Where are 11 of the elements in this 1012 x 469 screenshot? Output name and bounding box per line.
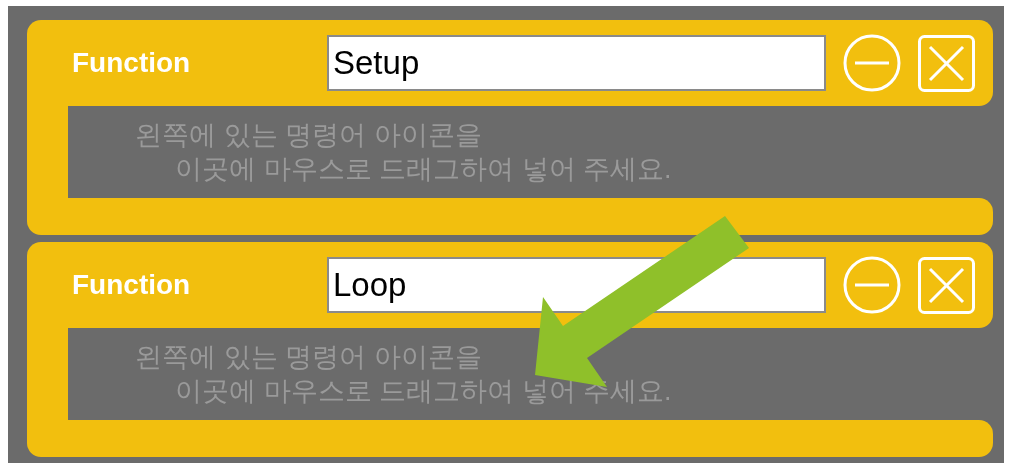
collapse-button[interactable] [842, 33, 902, 93]
minus-circle-icon [842, 255, 902, 315]
function-label: Function [72, 47, 192, 79]
minus-circle-icon [842, 33, 902, 93]
close-icon [918, 34, 975, 92]
close-icon [918, 256, 975, 314]
function-name-field[interactable]: Setup [327, 35, 826, 91]
close-button[interactable] [918, 34, 975, 92]
collapse-button[interactable] [842, 255, 902, 315]
close-button[interactable] [918, 256, 975, 314]
function-label: Function [72, 269, 192, 301]
